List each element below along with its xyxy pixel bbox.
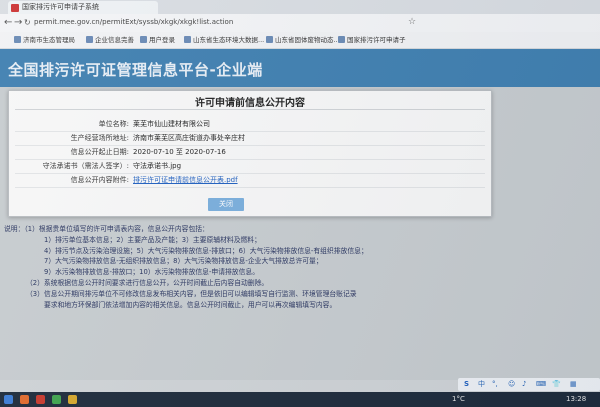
ime-emoji-icon[interactable]: ☺ <box>508 378 515 391</box>
dialog-title: 许可申请前信息公开内容 <box>195 98 305 109</box>
start-icon[interactable] <box>4 395 13 404</box>
browser-tab-title: 国家排污许可申请子系统 <box>22 3 99 11</box>
field-value: 2020-07-10 至 2020-07-16 <box>133 148 226 156</box>
bookmark-item[interactable]: 山东省固体废物动态... <box>266 35 340 45</box>
site-favicon-icon <box>11 4 19 12</box>
address-bar: ← → ↻ permit.mee.gov.cn/permitExt/syssb/… <box>0 14 600 33</box>
form-row: 生产经营场所地址: 济南市莱芜区高庄街道办事处辛庄村 <box>15 132 485 146</box>
note-line: 9）水污染物排放信息-排放口；10）水污染物排放信息-申请排放信息。 <box>44 268 259 277</box>
field-label: 单位名称: <box>98 120 129 128</box>
bookmark-icon <box>86 36 93 43</box>
bookmark-icon <box>184 36 191 43</box>
browser-tab-strip: 国家排污许可申请子系统 <box>0 0 600 14</box>
bookmark-icon <box>338 36 345 43</box>
info-form: 单位名称: 莱芜市仙山建材有限公司 生产经营场所地址: 济南市莱芜区高庄街道办事… <box>15 118 485 188</box>
bookmark-icon <box>14 36 21 43</box>
app-icon[interactable] <box>36 395 45 404</box>
form-row: 信息公开内容附件: 排污许可证申请前信息公开表.pdf <box>15 174 485 188</box>
dialog-divider <box>15 109 485 110</box>
ime-s-icon[interactable]: S <box>464 378 469 391</box>
bookmark-star-icon[interactable]: ☆ <box>408 17 416 27</box>
bookmark-item[interactable]: 国家排污许可申请子 <box>338 35 406 45</box>
field-label: 生产经营场所地址: <box>70 134 129 142</box>
note-line: （3）信息公开期间排污单位不可修改信息发布相关内容，但是依旧可以编辑填写自行监测… <box>26 289 357 298</box>
field-label: 守法承诺书（需法人签字）: <box>42 162 129 170</box>
ime-punctuation-icon[interactable]: °, <box>492 378 498 391</box>
app-icon[interactable] <box>20 395 29 404</box>
note-line: 要求和地方环保部门依法增加内容的相关信息。信息公开时间截止，用户可以再次编辑填写… <box>44 300 337 309</box>
note-line: 4）排污节点及污染治理设施；5）大气污染物排放信息-排放口；6）大气污染物排放信… <box>44 246 368 255</box>
clock: 13:28 <box>566 395 587 403</box>
form-row: 单位名称: 莱芜市仙山建材有限公司 <box>15 118 485 132</box>
note-line: 说明：（1）根据贵单位填写的许可申请表内容，信息公开内容包括： <box>4 225 209 233</box>
reload-icon[interactable]: ↻ <box>24 17 31 29</box>
ime-keyboard-icon[interactable]: ⌨ <box>536 378 546 391</box>
field-value: 莱芜市仙山建材有限公司 <box>133 120 210 128</box>
screen-photo: 国家排污许可申请子系统 ← → ↻ permit.mee.gov.cn/perm… <box>0 0 600 407</box>
bookmark-icon <box>266 36 273 43</box>
bookmark-item[interactable]: 济南市生态管理局 <box>14 35 75 45</box>
commitment-file-name: 守法承诺书.jpg <box>133 162 182 170</box>
back-arrow-icon[interactable]: ← <box>4 17 12 29</box>
ime-chinese-toggle[interactable]: 中 <box>478 378 485 391</box>
ime-toolbar: S 中 °, ☺ ♪ ⌨ 👕 ▦ <box>458 378 600 391</box>
field-label: 信息公开起止日期: <box>70 148 129 156</box>
bookmark-item[interactable]: 企业信息完善 <box>86 35 134 45</box>
weather-readout: 1°C <box>452 395 465 403</box>
bookmark-item[interactable]: 山东省生态环境大数据... <box>184 35 264 45</box>
page-header: 全国排污许可证管理信息平台-企业端 <box>0 49 600 87</box>
field-value: 济南市莱芜区高庄街道办事处辛庄村 <box>133 134 245 142</box>
form-row: 信息公开起止日期: 2020-07-10 至 2020-07-16 <box>15 146 485 160</box>
page-title: 全国排污许可证管理信息平台-企业端 <box>8 61 263 79</box>
forward-arrow-icon[interactable]: → <box>14 17 22 29</box>
note-line: （2）系统根据信息公开时间要求进行信息公开，公开时间截止后内容自动删除。 <box>26 278 269 287</box>
bookmark-item[interactable]: 用户登录 <box>140 35 175 45</box>
close-button[interactable]: 关闭 <box>208 198 244 211</box>
app-icon[interactable] <box>52 395 61 404</box>
folder-icon[interactable] <box>68 395 77 404</box>
taskbar: 1°C 13:28 <box>0 392 600 407</box>
bookmark-icon <box>140 36 147 43</box>
ime-mic-icon[interactable]: ♪ <box>522 378 526 391</box>
note-line: 7）大气污染物排放信息-无组织排放信息；8）大气污染物排放信息-企业大气排放总许… <box>44 257 323 266</box>
info-disclosure-dialog: 许可申请前信息公开内容 单位名称: 莱芜市仙山建材有限公司 生产经营场所地址: … <box>8 90 492 217</box>
notes-section: 说明：（1）根据贵单位填写的许可申请表内容，信息公开内容包括： 1）排污单位基本… <box>4 224 424 310</box>
ime-skin-icon[interactable]: 👕 <box>552 378 561 391</box>
bookmarks-bar: 济南市生态管理局 企业信息完善 用户登录 山东省生态环境大数据... 山东省固体… <box>0 32 600 49</box>
browser-tab[interactable]: 国家排污许可申请子系统 <box>8 1 158 14</box>
form-row: 守法承诺书（需法人签字）: 守法承诺书.jpg <box>15 160 485 174</box>
note-line: 1）排污单位基本信息；2）主要产品及产能；3）主要原辅材料及燃料； <box>44 235 261 244</box>
ime-grid-icon[interactable]: ▦ <box>570 378 577 391</box>
attachment-link[interactable]: 排污许可证申请前信息公开表.pdf <box>133 174 238 187</box>
field-label: 信息公开内容附件: <box>70 176 129 184</box>
